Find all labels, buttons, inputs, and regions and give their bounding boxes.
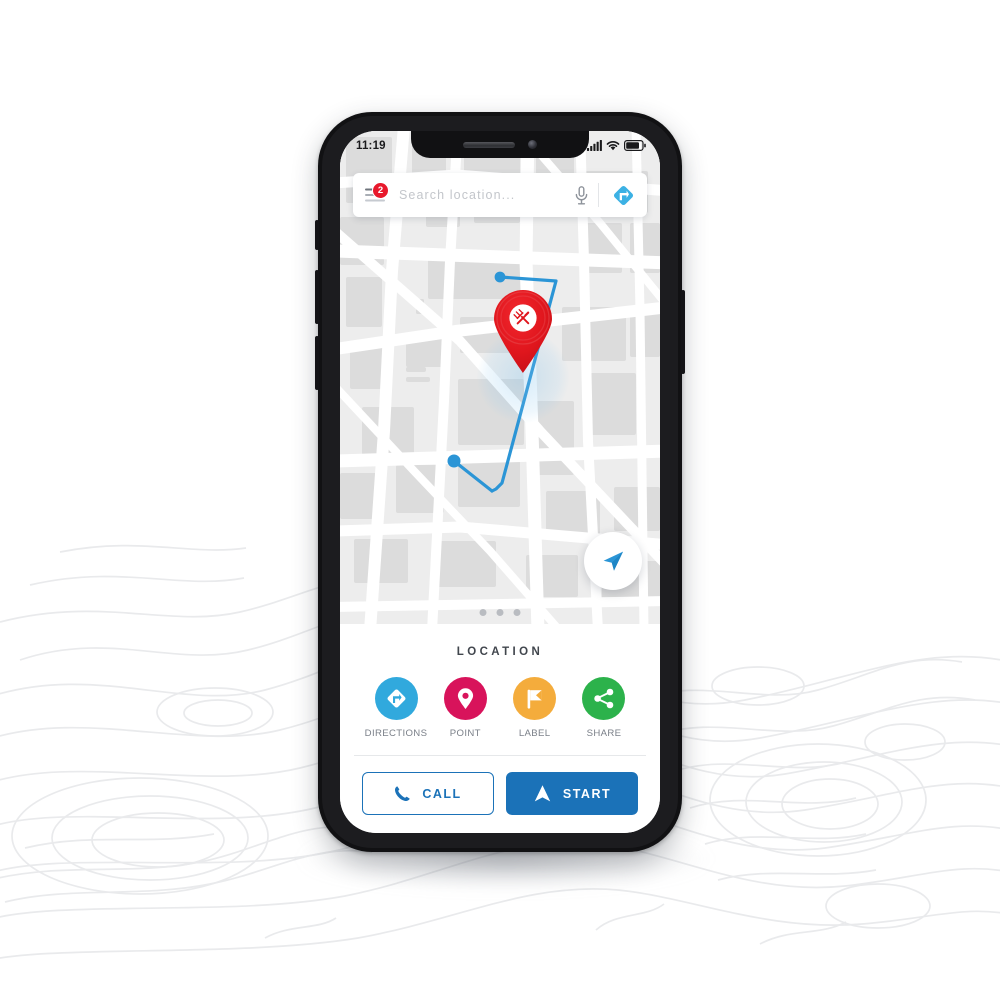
- cta-row: CALL START: [340, 756, 660, 815]
- start-button[interactable]: START: [506, 772, 638, 815]
- phone-frame: 11:19 2 Search location... LOCATION DIRE…: [315, 112, 685, 852]
- route-end-dot: [494, 271, 506, 283]
- route-start-dot: [447, 454, 461, 468]
- page-dots-indicator[interactable]: [479, 609, 521, 616]
- phone-icon: [395, 786, 411, 801]
- flag-icon: [527, 689, 542, 709]
- share-icon: [594, 688, 614, 709]
- page-dot[interactable]: [479, 609, 487, 616]
- call-button[interactable]: CALL: [362, 772, 494, 815]
- action-share[interactable]: SHARE: [574, 677, 634, 739]
- menu-notification-badge: 2: [372, 182, 389, 199]
- navigation-arrow-icon: [603, 551, 623, 571]
- action-directions[interactable]: DIRECTIONS: [364, 677, 428, 739]
- directions-button[interactable]: [599, 173, 647, 217]
- action-share-label: SHARE: [586, 728, 622, 739]
- speaker-grille-icon: [463, 141, 515, 148]
- front-camera-icon: [528, 140, 537, 149]
- volume-up-button[interactable]: [315, 270, 319, 324]
- search-input[interactable]: [397, 188, 564, 202]
- hamburger-menu-button[interactable]: 2: [353, 173, 397, 217]
- volume-down-button[interactable]: [315, 336, 319, 390]
- map-pin-icon: [457, 687, 473, 709]
- start-button-label: START: [562, 786, 612, 801]
- search-bar[interactable]: 2: [353, 173, 647, 217]
- action-point[interactable]: POINT: [435, 677, 495, 739]
- sheet-title: LOCATION: [456, 646, 544, 658]
- action-label-circle[interactable]: [513, 677, 557, 720]
- action-point-circle[interactable]: [443, 677, 487, 720]
- action-directions-circle[interactable]: [374, 677, 418, 720]
- my-location-fab[interactable]: [584, 532, 642, 590]
- action-share-circle[interactable]: [582, 677, 626, 720]
- call-button-label: CALL: [422, 786, 462, 801]
- voice-search-button[interactable]: [564, 173, 598, 217]
- microphone-icon: [575, 185, 587, 204]
- action-point-label: POINT: [449, 728, 481, 739]
- directions-icon: [387, 689, 405, 708]
- restaurant-pin-icon[interactable]: [492, 289, 554, 375]
- action-row: DIRECTIONS POINT LABEL SHARE: [340, 658, 660, 739]
- action-label[interactable]: LABEL: [505, 677, 565, 739]
- directions-diamond-icon: [613, 185, 633, 205]
- notch: [411, 131, 589, 158]
- mute-switch-button[interactable]: [315, 220, 319, 250]
- page-dot[interactable]: [496, 609, 504, 616]
- navigation-arrow-icon: [534, 785, 551, 802]
- action-label-text: LABEL: [518, 728, 551, 739]
- location-bottom-sheet: LOCATION DIRECTIONS POINT LABEL SHARE CA…: [340, 624, 660, 833]
- power-button[interactable]: [681, 290, 685, 374]
- page-dot[interactable]: [513, 609, 521, 616]
- action-directions-label: DIRECTIONS: [364, 728, 428, 739]
- phone-screen: 11:19 2 Search location... LOCATION DIRE…: [340, 131, 660, 833]
